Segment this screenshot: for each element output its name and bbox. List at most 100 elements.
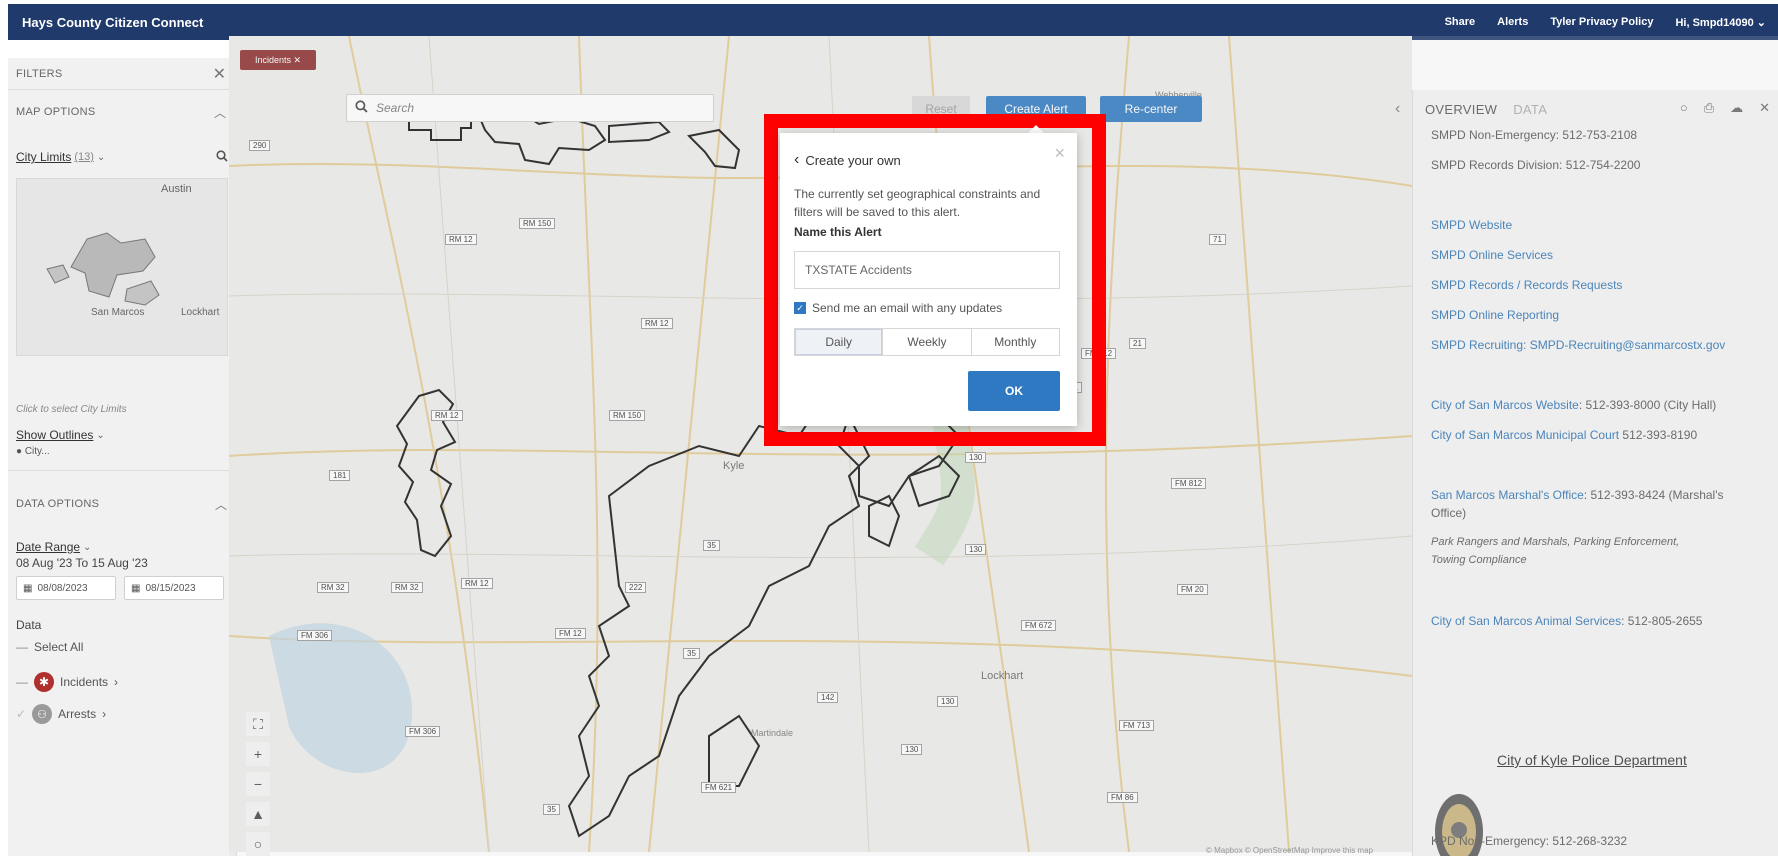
kpd-non-emergency: KPD Non-Emergency: 512-268-3232: [1431, 834, 1628, 848]
start-date-field[interactable]: ▦ 08/08/2023: [16, 576, 116, 600]
cloud-icon[interactable]: ☁: [1730, 100, 1743, 116]
chevron-left-icon[interactable]: ‹: [794, 151, 799, 169]
zoom-out-icon[interactable]: −: [246, 772, 270, 796]
road-label: RM 32: [391, 582, 423, 593]
alerts-link[interactable]: Alerts: [1497, 16, 1528, 28]
close-filters-icon[interactable]: ✕: [213, 64, 226, 84]
map-options-header[interactable]: MAP OPTIONS ︿: [8, 90, 236, 134]
marshals-office-line: San Marcos Marshal's Office: 512-393-842…: [1431, 488, 1724, 502]
road-label: 130: [937, 696, 959, 707]
road-label: RM 12: [445, 234, 477, 245]
draw-circle-icon[interactable]: ○: [246, 832, 270, 856]
chevron-down-icon[interactable]: ⌄: [97, 152, 105, 163]
road-label: 222: [625, 582, 647, 593]
date-range-dropdown[interactable]: Date Range: [16, 540, 80, 554]
smpd-online-reporting-link[interactable]: SMPD Online Reporting: [1431, 308, 1559, 322]
data-options-header[interactable]: DATA OPTIONS ︿: [8, 482, 237, 526]
kyle-police-link[interactable]: City of Kyle Police Department: [1497, 752, 1687, 768]
san-marcos-website-line: City of San Marcos Website: 512-393-8000…: [1431, 398, 1716, 412]
mini-map-label-san-marcos: San Marcos: [91, 307, 145, 318]
search-icon[interactable]: [216, 150, 228, 165]
fullscreen-icon[interactable]: ⛶: [246, 712, 270, 736]
app-title: Hays County Citizen Connect: [22, 14, 204, 30]
outline-item[interactable]: ● City...: [16, 446, 50, 457]
road-label: 290: [249, 140, 271, 151]
chevron-up-icon[interactable]: ︿: [214, 104, 226, 121]
marshals-office-suffix: Office): [1431, 506, 1467, 520]
mini-map-label-lockhart: Lockhart: [181, 307, 220, 318]
city-limits-dropdown[interactable]: City Limits: [16, 150, 71, 164]
smpd-online-services-link[interactable]: SMPD Online Services: [1431, 248, 1553, 262]
show-outlines-dropdown[interactable]: Show Outlines: [16, 428, 93, 442]
map-place-label: Lockhart: [981, 670, 1024, 682]
date-inputs: ▦ 08/08/2023 ▦ 08/15/2023: [16, 576, 228, 602]
towing-note: Towing Compliance: [1431, 554, 1527, 566]
municipal-court-link[interactable]: City of San Marcos Municipal Court: [1431, 428, 1619, 442]
smpd-recruiting-link[interactable]: SMPD Recruiting: SMPD-Recruiting@sanmarc…: [1431, 338, 1725, 352]
close-icon[interactable]: ×: [1054, 143, 1065, 164]
tab-data[interactable]: DATA: [1513, 102, 1547, 117]
mini-map-shapes: [46, 232, 160, 306]
smpd-website-link[interactable]: SMPD Website: [1431, 218, 1512, 232]
city-limits-hint: Click to select City Limits: [16, 404, 127, 415]
date-range-value: 08 Aug '23 To 15 Aug '23: [16, 556, 148, 570]
road-label: FM 672: [1021, 620, 1057, 631]
email-updates-checkbox[interactable]: ✓ Send me an email with any updates: [794, 301, 1002, 315]
incidents-label: Incidents: [60, 675, 109, 689]
san-marcos-website-link[interactable]: City of San Marcos Website: [1431, 398, 1579, 412]
incidents-icon: ✱: [34, 672, 54, 692]
top-nav: Share Alerts Tyler Privacy Policy Hi, Sm…: [1445, 16, 1766, 29]
circle-icon[interactable]: ○: [1680, 100, 1688, 116]
filters-header: FILTERS ✕: [8, 58, 236, 90]
incidents-filter-chip[interactable]: Incidents ✕: [240, 50, 316, 70]
city-limits-row: City Limits (13) ⌄: [16, 150, 105, 164]
frequency-weekly[interactable]: Weekly: [882, 329, 970, 355]
animal-services-link[interactable]: City of San Marcos Animal Services: [1431, 614, 1621, 628]
divider: [8, 470, 237, 471]
tab-overview[interactable]: OVERVIEW: [1425, 102, 1497, 117]
road-label: 130: [965, 544, 987, 555]
chevron-left-icon[interactable]: ‹: [1395, 100, 1400, 118]
chevron-down-icon[interactable]: ⌄: [96, 430, 104, 441]
dialog-description: The currently set geographical constrain…: [794, 187, 1041, 219]
dialog-title: Create your own: [805, 152, 901, 168]
select-all-row[interactable]: — Select All: [16, 640, 83, 654]
road-label: 35: [683, 648, 700, 659]
chevron-right-icon[interactable]: ›: [114, 675, 118, 689]
print-icon[interactable]: ⎙: [1704, 100, 1714, 116]
panel-actions: ○ ⎙ ☁ ✕: [1680, 100, 1770, 116]
top-bar: Hays County Citizen Connect Share Alerts…: [8, 4, 1778, 40]
smpd-records-requests-link[interactable]: SMPD Records / Records Requests: [1431, 278, 1622, 292]
road-label: RM 150: [519, 218, 556, 229]
road-label: 130: [901, 744, 923, 755]
map-search-input[interactable]: [376, 101, 676, 115]
frequency-selector: Daily Weekly Monthly: [794, 328, 1060, 356]
end-date-field[interactable]: ▦ 08/15/2023: [124, 576, 224, 600]
road-label: RM 12: [431, 410, 463, 421]
city-limits-mini-map[interactable]: Austin San Marcos Lockhart: [16, 178, 228, 356]
chevron-right-icon[interactable]: ›: [102, 707, 106, 721]
arrests-row[interactable]: ✓ ⚇ Arrests ›: [16, 704, 106, 724]
road-label: RM 12: [641, 318, 673, 329]
dialog-back[interactable]: ‹ Create your own: [794, 151, 901, 169]
share-link[interactable]: Share: [1445, 16, 1476, 28]
ok-button[interactable]: OK: [968, 371, 1060, 411]
alert-name-input[interactable]: [794, 251, 1060, 289]
marshals-office-link[interactable]: San Marcos Marshal's Office: [1431, 488, 1584, 502]
incidents-row[interactable]: — ✱ Incidents ›: [16, 672, 118, 692]
close-icon[interactable]: ✕: [1759, 100, 1770, 116]
map-options-title: MAP OPTIONS: [16, 106, 96, 118]
privacy-policy-link[interactable]: Tyler Privacy Policy: [1550, 16, 1653, 28]
compass-icon[interactable]: ▲: [246, 802, 270, 826]
chevron-down-icon[interactable]: ⌄: [83, 542, 91, 553]
select-all-label: Select All: [34, 640, 84, 654]
zoom-in-icon[interactable]: +: [246, 742, 270, 766]
recenter-button[interactable]: Re-center: [1100, 96, 1202, 122]
marshals-office-phone: : 512-393-8424 (Marshal's: [1583, 488, 1724, 502]
frequency-monthly[interactable]: Monthly: [970, 329, 1059, 355]
checkbox-checked-icon[interactable]: ✓: [794, 302, 806, 314]
chevron-up-icon[interactable]: ︿: [215, 496, 227, 513]
popover-arrow: [1028, 125, 1044, 133]
frequency-daily[interactable]: Daily: [795, 329, 883, 355]
user-menu[interactable]: Hi, Smpd14090 ⌄: [1675, 16, 1766, 29]
